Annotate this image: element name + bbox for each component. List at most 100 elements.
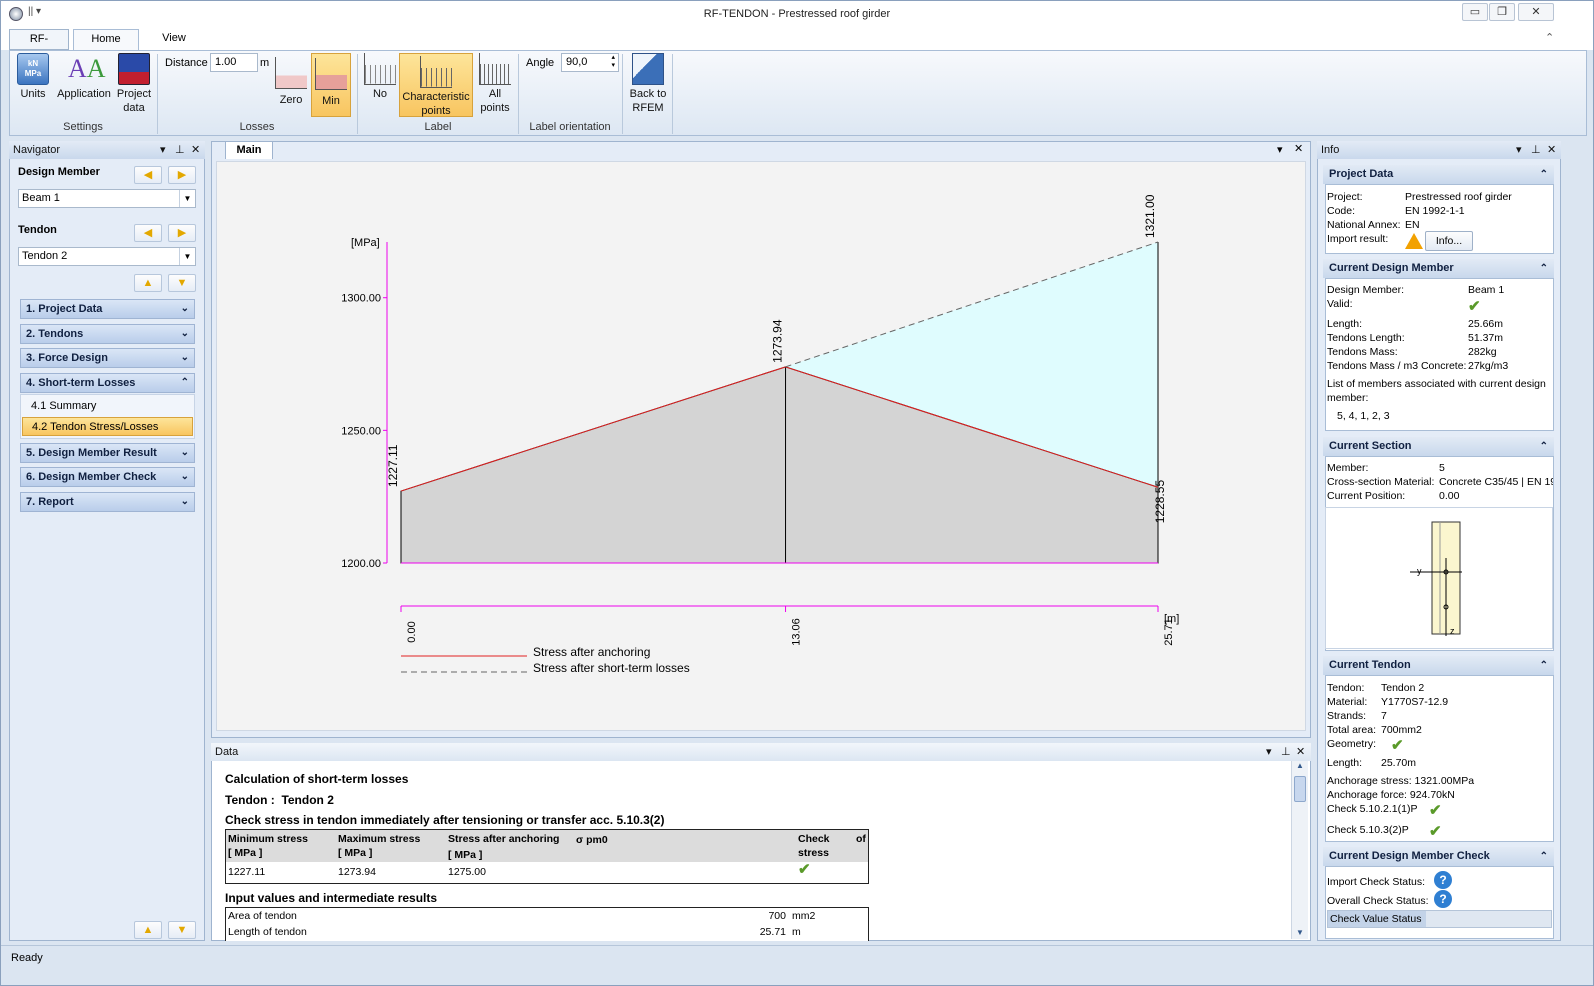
scroll-up-button[interactable]: ▲ bbox=[134, 921, 162, 939]
zero-button[interactable]: Zero bbox=[273, 57, 309, 107]
info-menu-icon[interactable]: ▾ bbox=[1516, 141, 1522, 159]
tab-app[interactable]: RF-TENDON bbox=[9, 29, 69, 64]
navigator-pin-icon[interactable]: ⊥ bbox=[175, 141, 185, 159]
check-value-status[interactable]: Check Value Status bbox=[1327, 910, 1552, 928]
nav-section-label: 3. Force Design bbox=[26, 352, 108, 364]
chevron-down-icon[interactable]: ▼ bbox=[179, 248, 195, 265]
chevron-double-up-icon: ⌃ bbox=[1539, 169, 1548, 180]
scroll-thumb[interactable] bbox=[1294, 776, 1306, 802]
data-scrollbar[interactable]: ▲ ▼ bbox=[1291, 761, 1308, 939]
main-menu-icon[interactable]: ▾ bbox=[1277, 143, 1283, 156]
nav-section-tendons[interactable]: 2. Tendons ⌄ bbox=[20, 324, 195, 344]
member-list-label-2: member: bbox=[1327, 392, 1369, 404]
minimize-button[interactable]: ▭ bbox=[1462, 3, 1488, 21]
data-menu-icon[interactable]: ▾ bbox=[1266, 743, 1272, 761]
tendon-length-value: 25.70m bbox=[1381, 757, 1417, 769]
nav-section-label: 4. Short-term Losses bbox=[26, 377, 136, 389]
chevron-double-up-icon: ⌃ bbox=[1539, 263, 1548, 274]
design-member-header[interactable]: Current Design Member ⌃ bbox=[1323, 259, 1554, 278]
nav-section-force-design[interactable]: 3. Force Design ⌄ bbox=[20, 348, 195, 368]
y-tick-label: 1200.00 bbox=[341, 558, 381, 570]
navigator-close-icon[interactable]: ✕ bbox=[191, 141, 200, 159]
check-5-10-3: Check 5.10.3(2)P bbox=[1327, 824, 1409, 836]
info-pin-icon[interactable]: ⊥ bbox=[1531, 141, 1541, 159]
scroll-down-button[interactable]: ▼ bbox=[168, 921, 196, 939]
maximize-button[interactable]: ❐ bbox=[1489, 3, 1515, 21]
project-key: Project: bbox=[1327, 191, 1363, 203]
status-text: Ready bbox=[11, 952, 43, 964]
label-group-label: Label bbox=[424, 121, 452, 133]
info-button[interactable]: Info... bbox=[1425, 231, 1473, 251]
tendons-length-value: 51.37m bbox=[1468, 332, 1504, 344]
legend-label-losses: Stress after short-term losses bbox=[533, 661, 690, 675]
distance-input[interactable]: 1.00 bbox=[210, 53, 258, 72]
nav-item-tendon-stress-losses[interactable]: 4.2 Tendon Stress/Losses bbox=[22, 417, 193, 436]
navigator-menu-icon[interactable]: ▾ bbox=[160, 141, 166, 159]
losses-group-label: Losses bbox=[239, 121, 275, 133]
nav-item-summary[interactable]: 4.1 Summary bbox=[31, 400, 96, 412]
info-close-icon[interactable]: ✕ bbox=[1547, 141, 1556, 159]
back-label-2: RFEM bbox=[632, 102, 664, 114]
scroll-up-arrow-icon[interactable]: ▲ bbox=[1292, 761, 1308, 776]
angle-input[interactable]: 90,0 ▴ ▾ bbox=[561, 53, 619, 72]
data-label: 1227.11 bbox=[386, 444, 400, 487]
project-data-header[interactable]: Project Data ⌃ bbox=[1323, 165, 1554, 184]
length-value: 25.66m bbox=[1468, 318, 1504, 330]
data-panel-title: Data bbox=[215, 746, 239, 758]
data-close-icon[interactable]: ✕ bbox=[1296, 743, 1305, 761]
main-close-icon[interactable]: ✕ bbox=[1294, 142, 1303, 155]
geometry-key: Geometry: bbox=[1327, 738, 1377, 750]
import-key: Import result: bbox=[1327, 233, 1389, 245]
tab-home[interactable]: Home bbox=[73, 29, 139, 51]
next-member-button[interactable]: ▶ bbox=[168, 166, 196, 184]
tab-main[interactable]: Main bbox=[225, 141, 273, 159]
min-button[interactable]: Min bbox=[311, 53, 351, 117]
overall-check-help-icon[interactable]: ? bbox=[1434, 890, 1452, 908]
label-no-button[interactable]: No bbox=[362, 53, 398, 101]
angle-spinner-icon[interactable]: ▴ ▾ bbox=[611, 54, 615, 70]
col-of: of bbox=[856, 833, 866, 845]
angle-value: 90,0 bbox=[566, 56, 588, 68]
import-check-help-icon[interactable]: ? bbox=[1434, 871, 1452, 889]
characteristic-label-2: points bbox=[421, 105, 451, 117]
min-label: Min bbox=[322, 95, 340, 107]
move-up-button[interactable]: ▲ bbox=[134, 274, 162, 292]
y-axis-letter: y bbox=[1417, 566, 1422, 576]
collapse-ribbon-icon[interactable]: ⌃ bbox=[1545, 31, 1554, 44]
chevron-double-up-icon: ⌃ bbox=[1539, 660, 1548, 671]
move-down-button[interactable]: ▼ bbox=[168, 274, 196, 292]
prev-tendon-button[interactable]: ◀ bbox=[134, 224, 162, 242]
info-header: Info ▾ ⊥ ✕ bbox=[1317, 141, 1561, 159]
chevron-double-up-icon: ⌃ bbox=[1539, 441, 1548, 452]
units-button[interactable]: kN MPa Units bbox=[13, 53, 53, 101]
current-tendon-header[interactable]: Current Tendon ⌃ bbox=[1323, 656, 1554, 675]
design-member-select[interactable]: Beam 1 ▼ bbox=[18, 189, 196, 208]
nav-section-project-data[interactable]: 1. Project Data ⌄ bbox=[20, 299, 195, 319]
member-check-header[interactable]: Current Design Member Check ⌃ bbox=[1323, 847, 1554, 866]
nav-item-label: 4.2 Tendon Stress/Losses bbox=[32, 421, 159, 433]
prev-member-button[interactable]: ◀ bbox=[134, 166, 162, 184]
application-button[interactable]: AA Application bbox=[56, 53, 112, 101]
back-to-rfem-button[interactable]: Back to RFEM bbox=[626, 53, 670, 115]
tab-view[interactable]: View bbox=[147, 29, 201, 50]
scroll-down-arrow-icon[interactable]: ▼ bbox=[1292, 928, 1308, 937]
characteristic-points-button[interactable]: Characteristic points bbox=[399, 53, 473, 117]
chevron-down-icon[interactable]: ▼ bbox=[179, 190, 195, 207]
all-points-button[interactable]: All points bbox=[476, 53, 514, 115]
nav-section-design-member-check[interactable]: 6. Design Member Check ⌄ bbox=[20, 467, 195, 487]
nav-section-label: 7. Report bbox=[26, 496, 74, 508]
close-button[interactable]: ✕ bbox=[1518, 3, 1554, 21]
nav-section-report[interactable]: 7. Report ⌄ bbox=[20, 492, 195, 512]
data-label: 1321.00 bbox=[1143, 194, 1157, 238]
data-tendon-value: Tendon 2 bbox=[281, 793, 334, 807]
nav-section-design-member-result[interactable]: 5. Design Member Result ⌄ bbox=[20, 443, 195, 463]
nav-section-short-term-losses[interactable]: 4. Short-term Losses ⌃ bbox=[20, 373, 195, 393]
material-value: Concrete C35/45 | EN 19 bbox=[1439, 476, 1553, 488]
current-section-header[interactable]: Current Section ⌃ bbox=[1323, 437, 1554, 456]
data-pin-icon[interactable]: ⊥ bbox=[1281, 743, 1291, 761]
next-tendon-button[interactable]: ▶ bbox=[168, 224, 196, 242]
group-separator bbox=[622, 54, 623, 134]
chevron-double-down-icon: ⌄ bbox=[180, 496, 189, 507]
project-data-button[interactable]: Project data bbox=[113, 53, 155, 115]
tendon-select[interactable]: Tendon 2 ▼ bbox=[18, 247, 196, 266]
